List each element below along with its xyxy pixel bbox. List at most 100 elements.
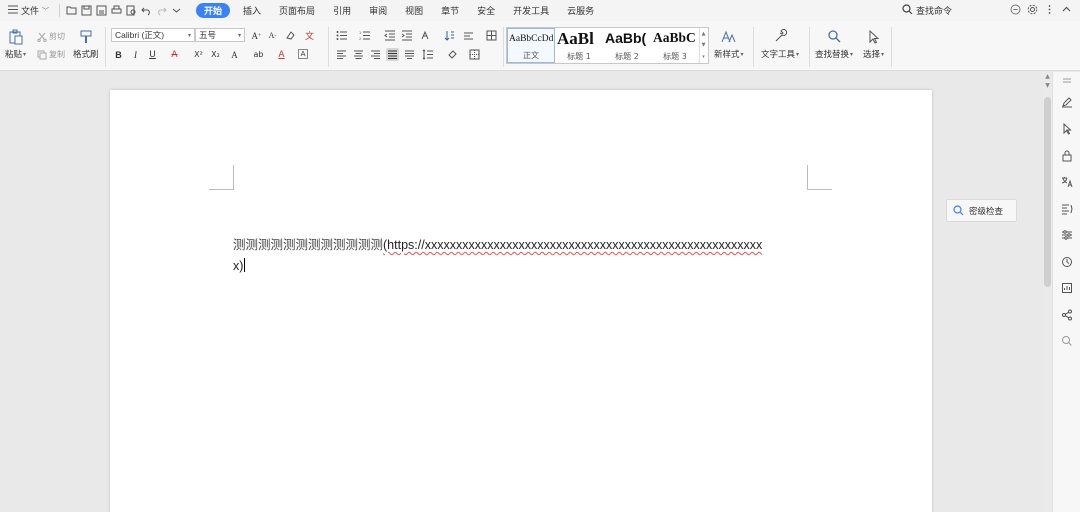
clipboard-icon xyxy=(9,29,23,45)
borders-icon[interactable] xyxy=(468,48,481,61)
history-icon[interactable] xyxy=(1060,255,1074,269)
styles-scroll[interactable]: ▲ ▼ ▾ xyxy=(699,28,707,63)
print-icon[interactable] xyxy=(110,4,123,17)
gear-icon[interactable] xyxy=(1027,4,1038,18)
shrink-font-icon[interactable]: A- xyxy=(266,29,279,42)
print-preview-icon[interactable] xyxy=(125,4,138,17)
font-size-select[interactable]: 五号 ▾ xyxy=(195,28,245,42)
bold-icon[interactable]: B xyxy=(112,48,125,61)
highlight-icon[interactable]: ab xyxy=(252,48,265,61)
align-center-icon[interactable] xyxy=(352,48,365,61)
tab-references[interactable]: 引用 xyxy=(324,0,360,21)
font-color-icon[interactable]: A xyxy=(275,48,288,61)
customize-toolbar-icon[interactable] xyxy=(170,4,183,17)
font-name-select[interactable]: Calibri (正文) ▾ xyxy=(111,28,195,42)
more-vertical-icon[interactable] xyxy=(1044,4,1055,18)
paste-button[interactable]: 粘贴 ▾ xyxy=(5,29,26,60)
ribbon-tabs: 开始 插入 页面布局 引用 审阅 视图 章节 安全 开发工具 云服务 xyxy=(192,0,603,21)
shading-icon[interactable] xyxy=(446,48,459,61)
sliders-icon[interactable] xyxy=(1060,228,1074,242)
numbered-list-icon[interactable]: 12 xyxy=(358,29,371,42)
align-right-icon[interactable] xyxy=(369,48,382,61)
table-borders-icon[interactable] xyxy=(485,29,498,42)
italic-icon[interactable]: I xyxy=(129,48,142,61)
save-as-icon[interactable] xyxy=(95,4,108,17)
cut-button[interactable]: 剪切 xyxy=(37,31,65,42)
text-tools-button[interactable]: 文字工具 ▾ xyxy=(761,29,799,60)
scroll-down-small-icon[interactable]: ▼ xyxy=(1043,82,1052,89)
feedback-icon[interactable] xyxy=(1010,4,1021,18)
chevron-down-icon: ▾ xyxy=(237,32,241,39)
ribbon-home: 粘贴 ▾ 剪切 复制 格式刷 Calibri (正文) ▾ 五号 ▾ A + A- 文 … xyxy=(0,21,1080,71)
distributed-align-icon[interactable] xyxy=(403,48,416,61)
tab-view[interactable]: 视图 xyxy=(396,0,432,21)
tab-security[interactable]: 安全 xyxy=(468,0,504,21)
new-style-button[interactable]: 新样式 ▾ xyxy=(714,29,744,60)
style-sample: AaBbC xyxy=(653,30,696,45)
copy-button[interactable]: 复制 xyxy=(37,49,65,60)
cursor-icon[interactable] xyxy=(1060,122,1074,136)
line-spacing-icon[interactable] xyxy=(421,48,434,61)
tab-review[interactable]: 审阅 xyxy=(360,0,396,21)
style-heading-1[interactable]: AaBl 标题 1 xyxy=(555,28,603,63)
undo-icon[interactable] xyxy=(140,4,153,17)
select-button[interactable]: 选择 ▾ xyxy=(863,29,884,60)
scroll-up-icon[interactable]: ▲ xyxy=(1043,73,1052,80)
open-folder-icon[interactable] xyxy=(65,4,78,17)
translate-icon[interactable] xyxy=(1060,175,1074,189)
phonetic-guide-icon[interactable]: 文 xyxy=(303,29,316,42)
align-left-icon[interactable] xyxy=(335,48,348,61)
outline-icon[interactable] xyxy=(1060,202,1074,216)
lock-icon[interactable] xyxy=(1060,149,1074,163)
secret-check-button[interactable]: 密级检查 xyxy=(946,199,1017,222)
chevron-down-icon: ﹀ xyxy=(42,6,50,15)
command-search[interactable]: 查找命令 xyxy=(902,0,952,21)
save-icon[interactable] xyxy=(80,4,93,17)
superscript-icon[interactable]: X² xyxy=(192,48,205,61)
tab-cloud-services[interactable]: 云服务 xyxy=(558,0,603,21)
proofread-icon[interactable] xyxy=(1060,334,1074,348)
document-area[interactable]: 测测测测测测测测测测测测(https://xxxxxxxxxxxxxxxxxxx… xyxy=(0,72,1043,512)
tab-sections[interactable]: 章节 xyxy=(432,0,468,21)
format-painter-button[interactable]: 格式刷 xyxy=(73,29,99,60)
tab-home[interactable]: 开始 xyxy=(196,3,231,18)
styles-gallery: AaBbCcDd 正文 AaBl 标题 1 AaBb( 标题 2 AaBbC 标… xyxy=(506,27,709,64)
show-paragraph-marks-icon[interactable] xyxy=(462,29,475,42)
redo-icon[interactable] xyxy=(155,4,168,17)
text-effect-icon[interactable]: A xyxy=(228,48,241,61)
character-border-icon[interactable]: A xyxy=(298,49,308,59)
underline-icon[interactable]: U xyxy=(146,48,159,61)
subscript-icon[interactable]: X₂ xyxy=(209,48,222,61)
pen-icon[interactable] xyxy=(1060,95,1074,109)
find-replace-button[interactable]: 查找替换 ▾ xyxy=(815,29,853,60)
document-stats-icon[interactable] xyxy=(1060,281,1074,295)
collapse-ribbon-icon[interactable] xyxy=(1061,4,1072,18)
vertical-scrollbar[interactable]: ▲ ▼ xyxy=(1043,72,1052,512)
file-menu-button[interactable]: 文件 ﹀ xyxy=(0,0,55,21)
expand-gallery-icon[interactable]: ▾ xyxy=(702,54,705,60)
style-heading-2[interactable]: AaBb( 标题 2 xyxy=(603,28,651,63)
justify-icon[interactable] xyxy=(386,48,399,61)
bullet-list-icon[interactable] xyxy=(335,29,348,42)
share-icon[interactable] xyxy=(1060,308,1074,322)
chinese-layout-icon[interactable] xyxy=(419,29,432,42)
document-page[interactable]: 测测测测测测测测测测测测(https://xxxxxxxxxxxxxxxxxxx… xyxy=(110,90,932,512)
collapse-panel-icon[interactable] xyxy=(1060,74,1074,88)
decrease-indent-icon[interactable] xyxy=(383,29,396,42)
format-painter-label: 格式刷 xyxy=(73,50,99,60)
chevron-up-icon[interactable]: ▲ xyxy=(702,31,706,37)
sort-icon[interactable] xyxy=(443,29,456,42)
increase-indent-icon[interactable] xyxy=(400,29,413,42)
strikethrough-icon[interactable]: A xyxy=(168,48,181,61)
clear-format-icon[interactable] xyxy=(284,29,297,42)
grow-font-icon[interactable]: A + xyxy=(250,29,263,42)
hamburger-icon xyxy=(8,5,18,17)
chevron-down-icon[interactable]: ▼ xyxy=(702,42,706,48)
tab-insert[interactable]: 插入 xyxy=(234,0,270,21)
scrollbar-thumb[interactable] xyxy=(1044,97,1051,287)
style-heading-3[interactable]: AaBbC 标题 3 xyxy=(651,28,699,63)
tab-developer-tools[interactable]: 开发工具 xyxy=(504,0,558,21)
tab-page-layout[interactable]: 页面布局 xyxy=(270,0,324,21)
document-paragraph[interactable]: 测测测测测测测测测测测测(https://xxxxxxxxxxxxxxxxxxx… xyxy=(233,235,813,277)
style-normal[interactable]: AaBbCcDd 正文 xyxy=(507,28,555,63)
